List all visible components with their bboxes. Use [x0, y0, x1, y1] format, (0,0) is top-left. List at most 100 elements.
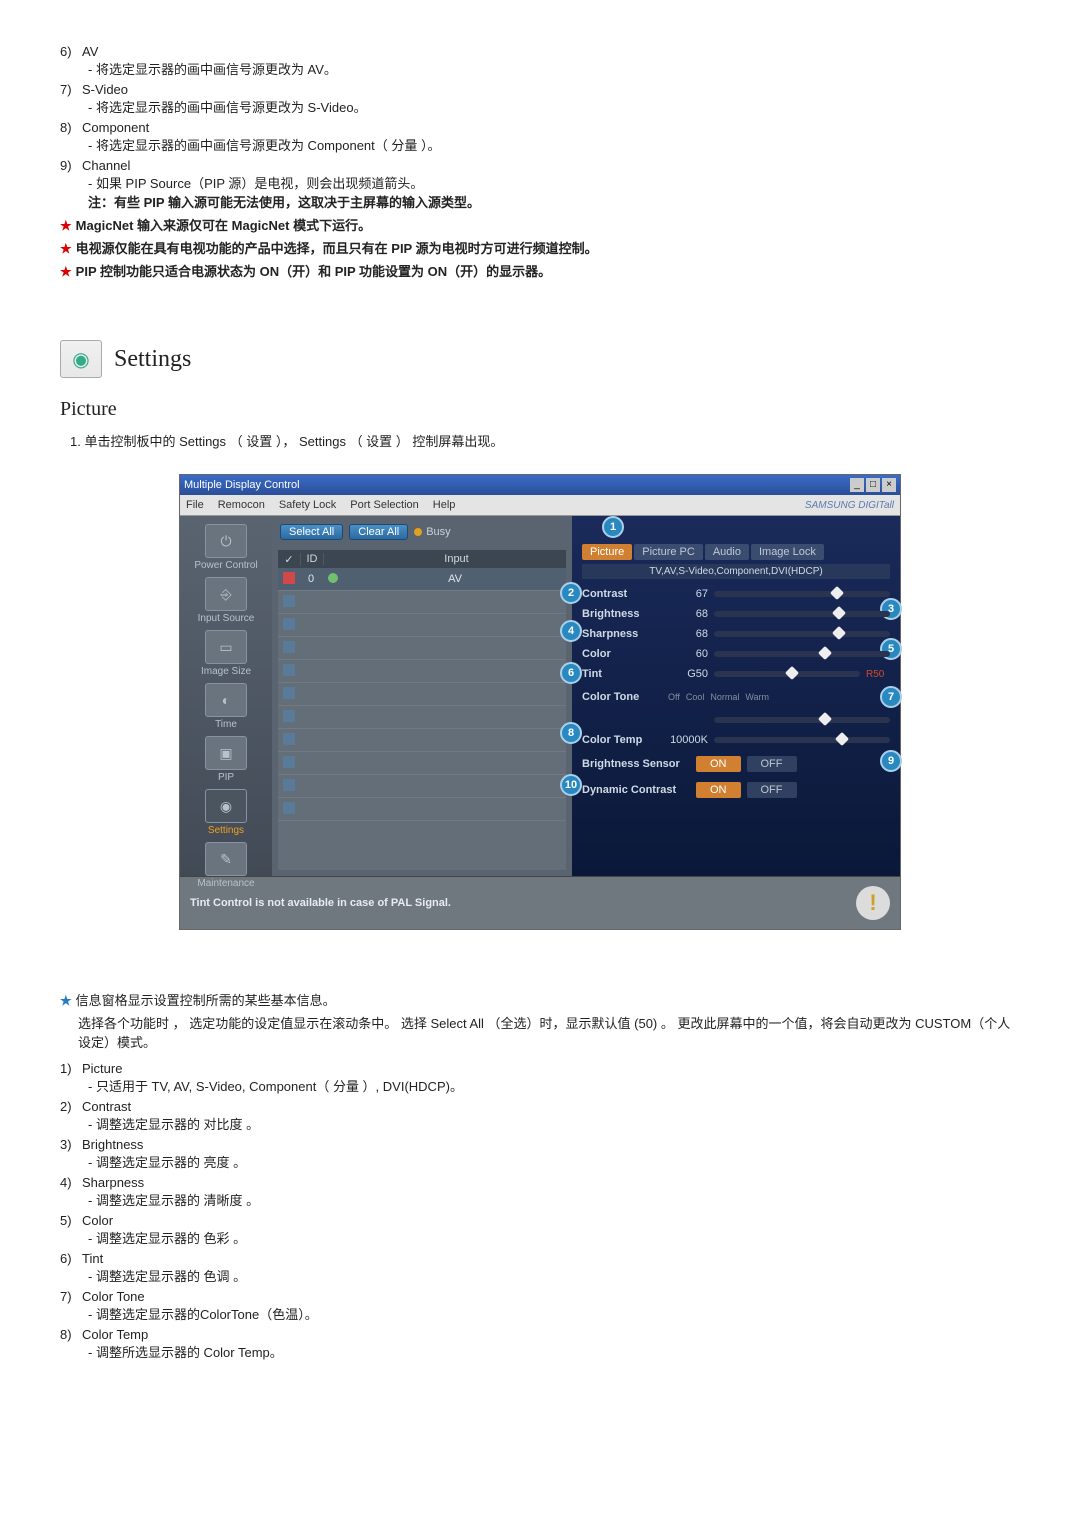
- status-swatch: [283, 687, 295, 699]
- slider-color-temp[interactable]: Color Temp 10000K: [582, 731, 890, 749]
- table-row[interactable]: 0 AV: [278, 568, 566, 591]
- status-swatch: [283, 733, 295, 745]
- warning-icon: !: [856, 886, 890, 920]
- close-icon[interactable]: ×: [882, 478, 896, 492]
- mdc-window: Multiple Display Control _ □ × File Remo…: [179, 474, 901, 930]
- section-header: ◉ Settings: [60, 340, 1020, 378]
- callout-10: 10: [560, 774, 582, 796]
- status-swatch: [283, 710, 295, 722]
- status-swatch: [283, 779, 295, 791]
- menu-file[interactable]: File: [186, 499, 204, 511]
- pip-note: 注：有些 PIP 输入源可能无法使用，这取决于主屏幕的输入源类型。: [88, 192, 1020, 211]
- top-item-8: 8)Component - 将选定显示器的画中画信号源更改为 Component…: [60, 120, 1020, 154]
- brightness-sensor-on[interactable]: ON: [696, 756, 741, 772]
- window-title: Multiple Display Control: [184, 479, 300, 491]
- slider-brightness[interactable]: Brightness 68: [582, 605, 890, 623]
- source-line: TV,AV,S-Video,Component,DVI(HDCP): [582, 564, 890, 579]
- tab-picture-pc[interactable]: Picture PC: [634, 544, 703, 560]
- status-swatch: [283, 618, 295, 630]
- right-panel: 1 Picture Picture PC Audio Image Lock TV…: [572, 516, 900, 876]
- callout-6: 6: [560, 662, 582, 684]
- star-line-2: ★电视源仅能在具有电视功能的产品中选择，而且只有在 PIP 源为电视时方可进行频…: [60, 238, 1020, 257]
- tab-picture[interactable]: Picture: [582, 544, 632, 560]
- slider-sharpness[interactable]: Sharpness 68: [582, 625, 890, 643]
- table-row[interactable]: [278, 683, 566, 706]
- menu-safety-lock[interactable]: Safety Lock: [279, 499, 336, 511]
- bottom-item-5: 5)Color- 调整选定显示器的 色彩 。: [60, 1213, 1020, 1247]
- select-all-button[interactable]: Select All: [280, 524, 343, 540]
- sidebar-item-maintenance[interactable]: ✎Maintenance: [190, 842, 262, 889]
- bottom-item-2: 2)Contrast- 调整选定显示器的 对比度 。: [60, 1099, 1020, 1133]
- bottom-item-6: 6)Tint- 调整选定显示器的 色调 。: [60, 1251, 1020, 1285]
- maintenance-icon: ✎: [205, 842, 247, 876]
- table-row[interactable]: [278, 729, 566, 752]
- bottom-item-3: 3)Brightness- 调整选定显示器的 亮度 。: [60, 1137, 1020, 1171]
- status-swatch: [283, 756, 295, 768]
- star-icon: ★: [60, 993, 72, 1008]
- device-grid: ✓ ID Input 0 AV: [278, 550, 566, 870]
- dynamic-contrast-on[interactable]: ON: [696, 782, 741, 798]
- color-tone-track[interactable]: [582, 711, 890, 729]
- star-line-3: ★PIP 控制功能只适合电源状态为 ON（开）和 PIP 功能设置为 ON（开）…: [60, 261, 1020, 280]
- sidebar-item-input[interactable]: ⎆Input Source: [190, 577, 262, 624]
- busy-indicator: Busy: [414, 526, 450, 538]
- bottom-item-1: 1)Picture- 只适用于 TV, AV, S-Video, Compone…: [60, 1061, 1020, 1095]
- table-row[interactable]: [278, 614, 566, 637]
- minimize-icon[interactable]: _: [850, 478, 864, 492]
- brightness-sensor-row: Brightness Sensor ON OFF: [582, 753, 890, 775]
- brightness-sensor-off[interactable]: OFF: [747, 756, 797, 772]
- settings-icon: ◉: [205, 789, 247, 823]
- busy-dot-icon: [414, 528, 422, 536]
- star-line-1: ★MagicNet 输入来源仅可在 MagicNet 模式下运行。: [60, 215, 1020, 234]
- power-icon: ⏻: [205, 524, 247, 558]
- tab-audio[interactable]: Audio: [705, 544, 749, 560]
- top-item-6: 6)AV - 将选定显示器的画中画信号源更改为 AV。: [60, 44, 1020, 78]
- center-panel: Select All Clear All Busy ✓ ID Input 0 A…: [272, 516, 572, 876]
- subheading-picture: Picture: [60, 398, 1020, 421]
- bottom-item-8: 8)Color Temp- 调整所选显示器的 Color Temp。: [60, 1327, 1020, 1361]
- top-item-7: 7)S-Video - 将选定显示器的画中画信号源更改为 S-Video。: [60, 82, 1020, 116]
- tab-image-lock[interactable]: Image Lock: [751, 544, 824, 560]
- dynamic-contrast-row: Dynamic Contrast ON OFF: [582, 779, 890, 801]
- table-row[interactable]: [278, 637, 566, 660]
- dynamic-contrast-off[interactable]: OFF: [747, 782, 797, 798]
- bottom-item-4: 4)Sharpness- 调整选定显示器的 清晰度 。: [60, 1175, 1020, 1209]
- titlebar: Multiple Display Control _ □ ×: [180, 475, 900, 495]
- footer-message: Tint Control is not available in case of…: [190, 897, 451, 909]
- sidebar-item-settings[interactable]: ◉Settings: [190, 789, 262, 836]
- slider-contrast[interactable]: Contrast 67: [582, 585, 890, 603]
- brand-logo: SAMSUNG DIGITall: [805, 500, 900, 511]
- table-row[interactable]: [278, 775, 566, 798]
- table-row[interactable]: [278, 798, 566, 821]
- table-row[interactable]: [278, 706, 566, 729]
- instruction-text: 1. 单击控制板中的 Settings （ 设置 ）， Settings （ 设…: [70, 431, 1020, 450]
- pip-icon: ▣: [205, 736, 247, 770]
- top-item-9: 9)Channel - 如果 PIP Source（PIP 源）是电视，则会出现…: [60, 158, 1020, 211]
- menu-help[interactable]: Help: [433, 499, 456, 511]
- status-swatch: [283, 595, 295, 607]
- callout-8: 8: [560, 722, 582, 744]
- status-swatch: [283, 572, 295, 584]
- table-row[interactable]: [278, 591, 566, 614]
- menu-remocon[interactable]: Remocon: [218, 499, 265, 511]
- footer: Tint Control is not available in case of…: [180, 876, 900, 929]
- color-tone-row[interactable]: Color Tone Off Cool Normal Warm: [582, 685, 890, 709]
- sidebar-item-image-size[interactable]: ▭Image Size: [190, 630, 262, 677]
- clear-all-button[interactable]: Clear All: [349, 524, 408, 540]
- sidebar-item-time[interactable]: ◐Time: [190, 683, 262, 730]
- section-title: Settings: [114, 346, 191, 373]
- star-icon: ★: [60, 264, 72, 279]
- status-swatch: [283, 664, 295, 676]
- maximize-icon[interactable]: □: [866, 478, 880, 492]
- grid-header: ✓ ID Input: [278, 550, 566, 568]
- star-icon: ★: [60, 218, 72, 233]
- slider-color[interactable]: Color 60: [582, 645, 890, 663]
- menu-port-selection[interactable]: Port Selection: [350, 499, 418, 511]
- table-row[interactable]: [278, 660, 566, 683]
- table-row[interactable]: [278, 752, 566, 775]
- slider-tint[interactable]: Tint G50 R50: [582, 665, 890, 683]
- callout-7: 7: [880, 686, 902, 708]
- sidebar-item-pip[interactable]: ▣PIP: [190, 736, 262, 783]
- sidebar-item-power[interactable]: ⏻Power Control: [190, 524, 262, 571]
- callout-9: 9: [880, 750, 902, 772]
